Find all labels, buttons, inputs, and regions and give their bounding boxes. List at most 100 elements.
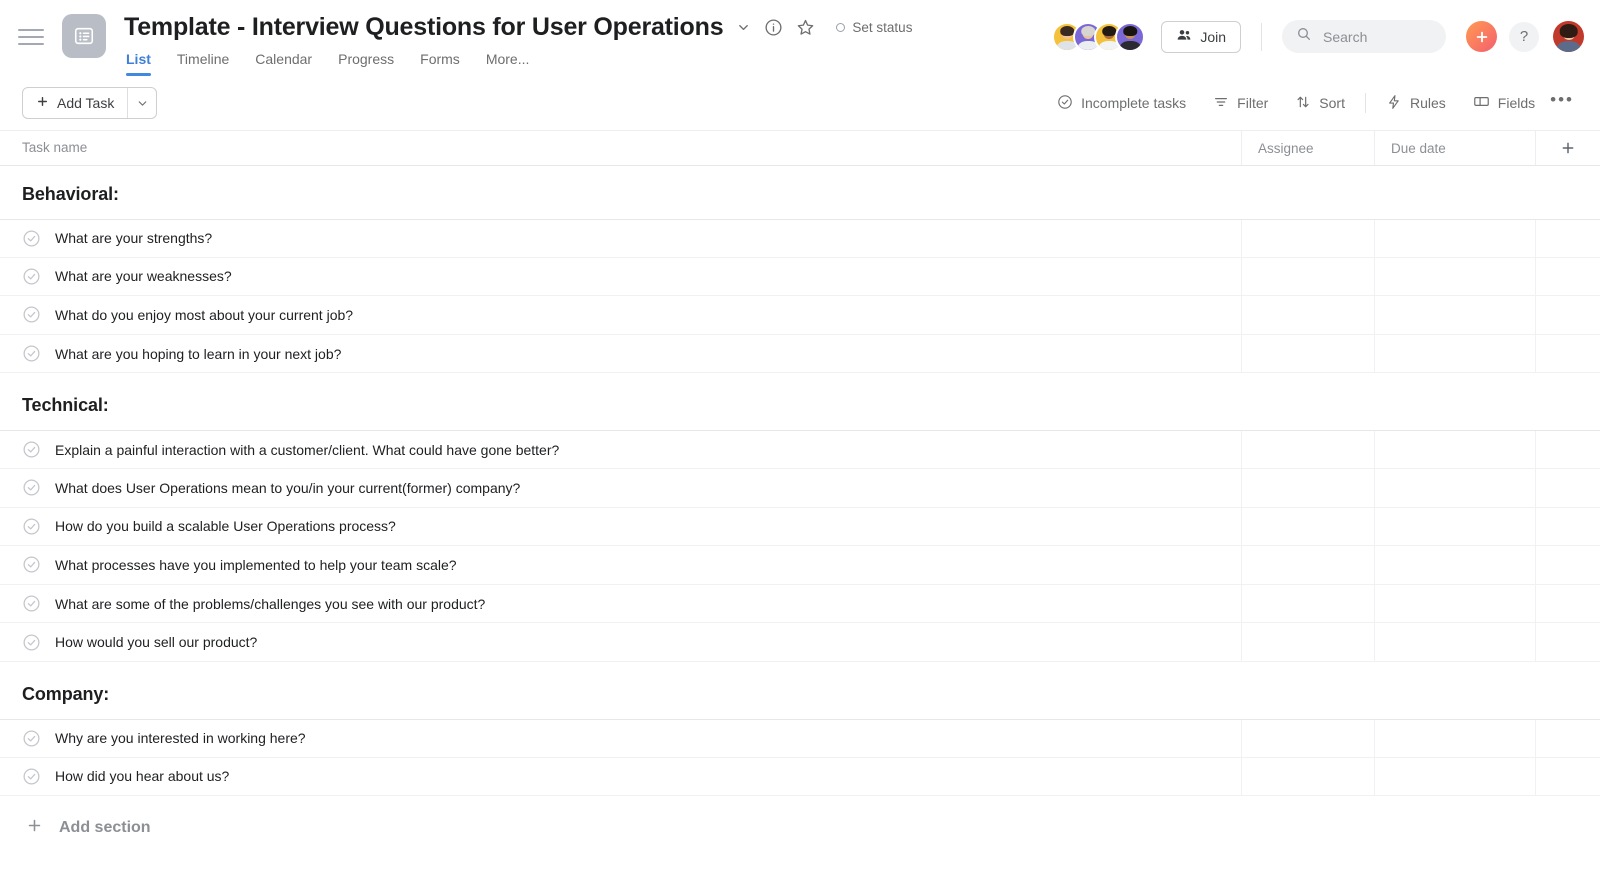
tab-timeline[interactable]: Timeline	[177, 51, 229, 76]
add-column-button[interactable]	[1535, 131, 1600, 165]
complete-task-icon[interactable]	[22, 229, 41, 248]
tab-list[interactable]: List	[126, 51, 151, 76]
assignee-cell[interactable]	[1241, 334, 1374, 373]
row-extra-cell	[1535, 757, 1600, 796]
chevron-down-icon[interactable]	[736, 20, 751, 35]
task-name-cell[interactable]: What are some of the problems/challenges…	[0, 585, 1241, 623]
complete-task-icon[interactable]	[22, 555, 41, 574]
table-row[interactable]: What processes have you implemented to h…	[0, 546, 1600, 585]
table-row[interactable]: What are you hoping to learn in your nex…	[0, 334, 1600, 374]
info-circle-icon[interactable]	[764, 18, 783, 37]
table-row[interactable]: How did you hear about us?	[0, 757, 1600, 797]
table-row[interactable]: What are your weaknesses?	[0, 257, 1600, 297]
due-date-cell[interactable]	[1374, 623, 1535, 661]
assignee-cell[interactable]	[1241, 220, 1374, 257]
add-section-button[interactable]: Add section	[0, 796, 1600, 839]
due-date-cell[interactable]	[1374, 757, 1535, 796]
avatar[interactable]	[1115, 21, 1146, 52]
filter-button[interactable]: Filter	[1204, 89, 1277, 118]
complete-task-icon[interactable]	[22, 267, 41, 286]
table-row[interactable]: What does User Operations mean to you/in…	[0, 468, 1600, 508]
due-date-cell[interactable]	[1374, 257, 1535, 296]
due-date-cell[interactable]	[1374, 507, 1535, 546]
section-header-behavioral[interactable]: Behavioral:	[0, 166, 1600, 219]
complete-task-icon[interactable]	[22, 305, 41, 324]
plus-icon	[36, 95, 49, 111]
task-name-cell[interactable]: What does User Operations mean to you/in…	[0, 469, 1241, 507]
complete-task-icon[interactable]	[22, 767, 41, 786]
add-task-dropdown[interactable]	[127, 88, 156, 118]
task-name-cell[interactable]: What are your weaknesses?	[0, 258, 1241, 296]
task-name-cell[interactable]: How would you sell our product?	[0, 623, 1241, 661]
create-button[interactable]	[1466, 21, 1497, 52]
fields-button[interactable]: Fields	[1464, 88, 1544, 118]
hamburger-icon[interactable]	[14, 20, 48, 54]
task-name-cell[interactable]: Explain a painful interaction with a cus…	[0, 431, 1241, 468]
due-date-cell[interactable]	[1374, 468, 1535, 507]
tab-calendar[interactable]: Calendar	[255, 51, 312, 76]
due-date-cell[interactable]	[1374, 296, 1535, 334]
task-name-cell[interactable]: How do you build a scalable User Operati…	[0, 508, 1241, 546]
assignee-cell[interactable]	[1241, 468, 1374, 507]
assignee-cell[interactable]	[1241, 757, 1374, 796]
complete-task-icon[interactable]	[22, 517, 41, 536]
column-header-assignee[interactable]: Assignee	[1241, 131, 1374, 165]
assignee-cell[interactable]	[1241, 719, 1374, 757]
column-header-due-date[interactable]: Due date	[1374, 131, 1535, 165]
list-project-icon[interactable]	[62, 14, 106, 58]
rules-button[interactable]: Rules	[1377, 89, 1455, 118]
assignee-cell[interactable]	[1241, 431, 1374, 468]
assignee-cell[interactable]	[1241, 546, 1374, 584]
task-name-cell[interactable]: What do you enjoy most about your curren…	[0, 296, 1241, 334]
account-avatar[interactable]	[1553, 21, 1584, 52]
search-input[interactable]: Search	[1282, 20, 1446, 53]
tab-more[interactable]: More...	[486, 51, 530, 76]
due-date-cell[interactable]	[1374, 220, 1535, 257]
join-button[interactable]: Join	[1161, 20, 1241, 53]
complete-task-icon[interactable]	[22, 633, 41, 652]
task-name-cell[interactable]: What are your strengths?	[0, 220, 1241, 257]
add-task-label-group[interactable]: Add Task	[23, 88, 127, 118]
complete-task-icon[interactable]	[22, 440, 41, 459]
set-status-button[interactable]: Set status	[836, 20, 912, 35]
star-icon[interactable]	[796, 18, 815, 37]
complete-task-icon[interactable]	[22, 344, 41, 363]
sort-button[interactable]: Sort	[1286, 89, 1354, 118]
due-date-cell[interactable]	[1374, 431, 1535, 468]
due-date-cell[interactable]	[1374, 334, 1535, 373]
incomplete-tasks-button[interactable]: Incomplete tasks	[1048, 89, 1195, 118]
search-icon	[1296, 26, 1312, 47]
assignee-cell[interactable]	[1241, 623, 1374, 661]
table-row[interactable]: What are some of the problems/challenges…	[0, 584, 1600, 624]
table-row[interactable]: How would you sell our product?	[0, 623, 1600, 662]
task-name-cell[interactable]: What processes have you implemented to h…	[0, 546, 1241, 584]
due-date-cell[interactable]	[1374, 719, 1535, 757]
member-avatars[interactable]	[1052, 21, 1146, 52]
sort-label: Sort	[1319, 95, 1345, 111]
assignee-cell[interactable]	[1241, 296, 1374, 334]
due-date-cell[interactable]	[1374, 584, 1535, 623]
task-name-cell[interactable]: What are you hoping to learn in your nex…	[0, 335, 1241, 373]
tab-forms[interactable]: Forms	[420, 51, 460, 76]
section-header-technical[interactable]: Technical:	[0, 373, 1600, 430]
help-button[interactable]: ?	[1509, 21, 1539, 52]
complete-task-icon[interactable]	[22, 729, 41, 748]
assignee-cell[interactable]	[1241, 584, 1374, 623]
complete-task-icon[interactable]	[22, 594, 41, 613]
task-name-cell[interactable]: Why are you interested in working here?	[0, 720, 1241, 757]
due-date-cell[interactable]	[1374, 546, 1535, 584]
column-header-task-name[interactable]: Task name	[0, 139, 1241, 157]
assignee-cell[interactable]	[1241, 507, 1374, 546]
table-row[interactable]: How do you build a scalable User Operati…	[0, 507, 1600, 547]
table-row[interactable]: What are your strengths?	[0, 219, 1600, 258]
tab-progress[interactable]: Progress	[338, 51, 394, 76]
complete-task-icon[interactable]	[22, 478, 41, 497]
more-options-button[interactable]: •••	[1544, 91, 1580, 113]
assignee-cell[interactable]	[1241, 257, 1374, 296]
table-row[interactable]: Why are you interested in working here?	[0, 718, 1600, 758]
section-header-company[interactable]: Company:	[0, 662, 1600, 719]
table-row[interactable]: What do you enjoy most about your curren…	[0, 296, 1600, 335]
task-name-cell[interactable]: How did you hear about us?	[0, 758, 1241, 796]
add-task-button[interactable]: Add Task	[22, 87, 158, 119]
table-row[interactable]: Explain a painful interaction with a cus…	[0, 430, 1600, 469]
